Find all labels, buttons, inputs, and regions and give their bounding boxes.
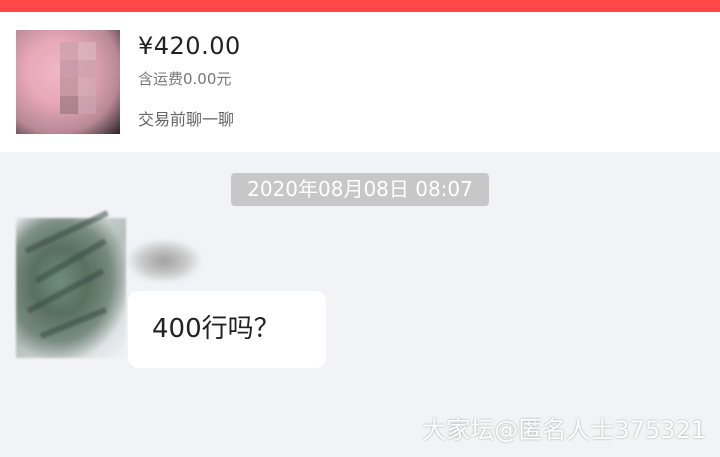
top-accent-bar	[0, 0, 720, 12]
product-thumbnail[interactable]	[16, 30, 120, 134]
message-timestamp: 2020年08月08日 08:07	[231, 173, 489, 206]
message-bubble[interactable]: 400行吗？	[128, 291, 326, 368]
shipping-fee: 含运费0.00元	[138, 70, 232, 88]
watermark: 大家坛@匿名人士375321	[422, 416, 706, 444]
product-card[interactable]: ¥420.00 含运费0.00元 交易前聊一聊	[0, 12, 720, 152]
sender-name-blurred	[128, 240, 200, 282]
price: ¥420.00	[138, 32, 241, 60]
chat-before-trade-link[interactable]: 交易前聊一聊	[138, 106, 234, 130]
sender-avatar[interactable]	[16, 210, 126, 358]
